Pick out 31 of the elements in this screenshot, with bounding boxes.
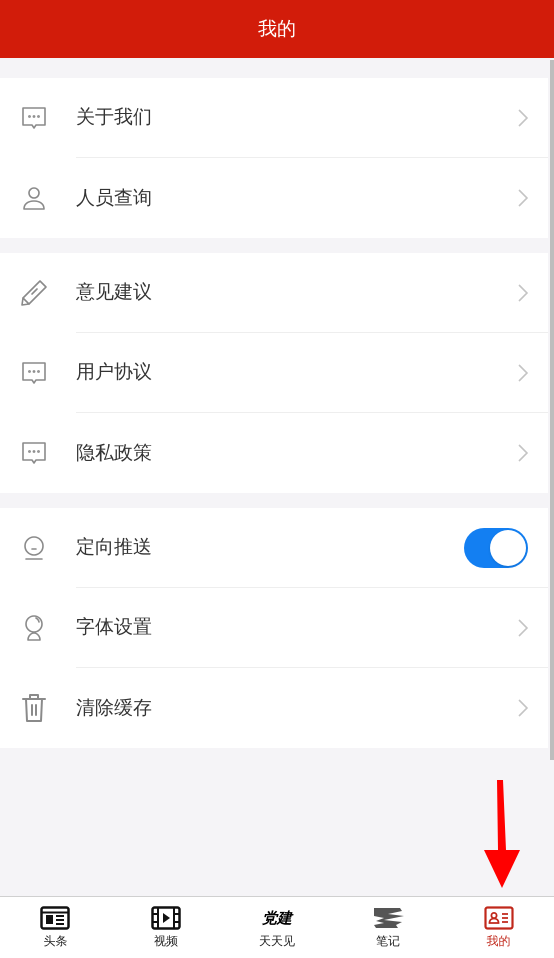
trash-icon (20, 692, 48, 724)
newspaper-icon (40, 906, 70, 930)
toggle-switch[interactable] (464, 528, 528, 568)
page-title: 我的 (258, 16, 296, 42)
calligraphy-logo: 党建 (262, 908, 292, 929)
tab[interactable]: 我的 (443, 897, 554, 958)
chat-bubble-icon (20, 439, 48, 467)
menu-item-label[interactable]: 用户协议 (76, 358, 518, 387)
chevron-right-icon (518, 284, 528, 302)
tab[interactable]: 笔记 (332, 897, 444, 958)
tab[interactable]: 视频 (110, 897, 222, 958)
chevron-right-icon (518, 364, 528, 382)
menu-item-label[interactable]: 清除缓存 (76, 694, 518, 722)
chevron-right-icon (518, 444, 528, 462)
menu-item-label[interactable]: 人员查询 (76, 184, 518, 212)
menu-item-label[interactable]: 意见建议 (76, 278, 518, 307)
chevron-right-icon (518, 189, 528, 207)
tab[interactable]: 头条 (0, 897, 111, 958)
menu-item-label[interactable]: 字体设置 (76, 613, 518, 642)
tab[interactable]: 党建 天天见 (222, 897, 332, 958)
chat-bubble-icon (20, 359, 48, 387)
menu-item-label[interactable]: 关于我们 (76, 103, 518, 132)
film-play-icon (151, 906, 182, 930)
chat-bubble-icon (20, 104, 48, 132)
id-card-icon (484, 906, 514, 930)
chevron-right-icon (518, 699, 528, 717)
menu-item-label[interactable]: 隐私政策 (76, 438, 518, 468)
chevron-right-icon (518, 618, 528, 636)
chevron-right-icon (518, 108, 528, 126)
person-icon (20, 184, 48, 212)
menu-item-label[interactable]: 定向推送 (76, 533, 464, 562)
